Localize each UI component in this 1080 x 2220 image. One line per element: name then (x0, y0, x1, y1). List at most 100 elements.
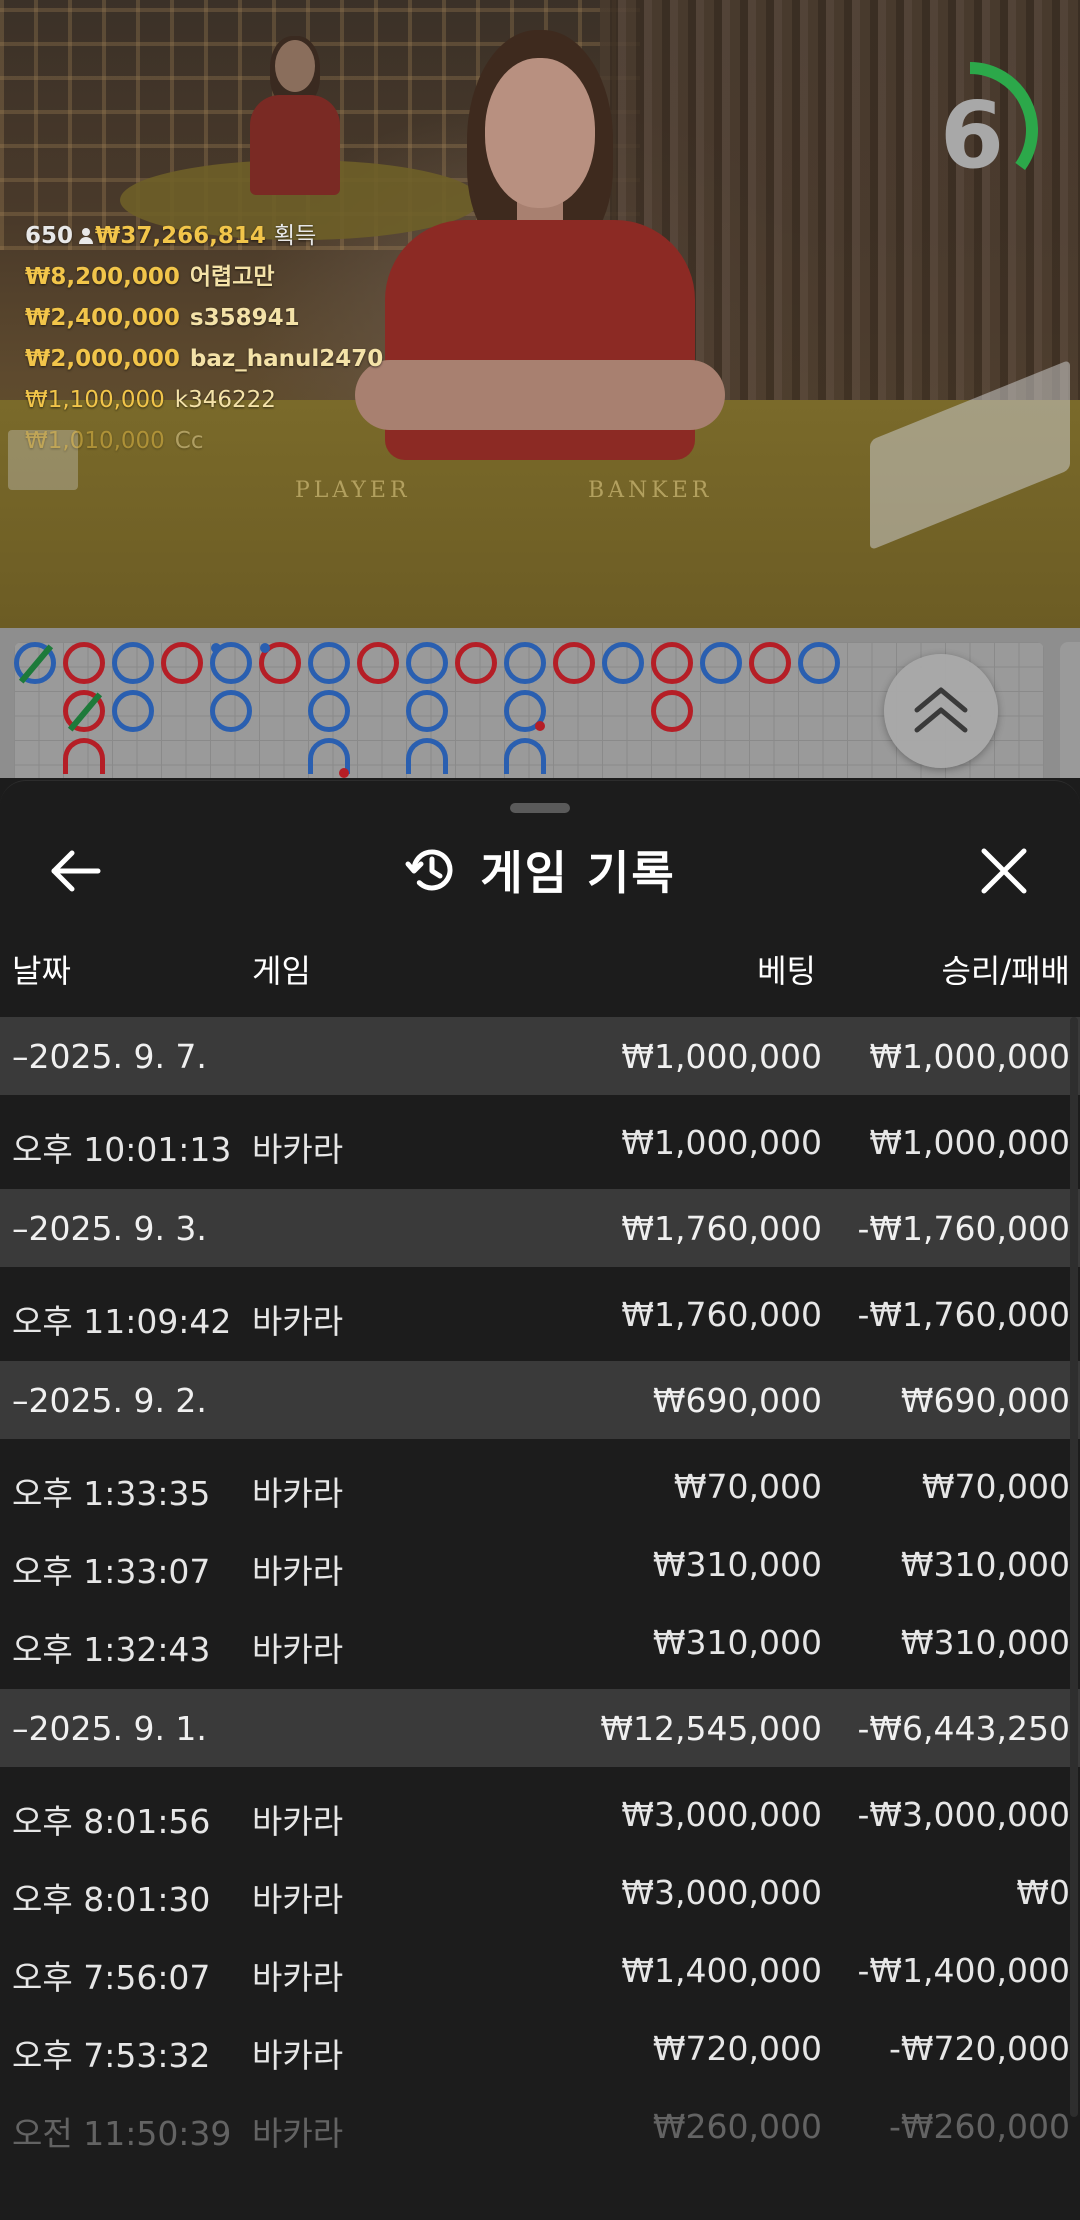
history-row[interactable]: 오후 1:32:43 바카라 ₩310,000 ₩310,000 (0, 1603, 1080, 1681)
cell-time: 오후 7:56:07 (12, 1958, 211, 1997)
bettor-name: s358941 (189, 305, 300, 331)
drag-handle[interactable] (510, 803, 570, 813)
cell-result: -₩1,400,000 (857, 1951, 1071, 1990)
double-chevron-up-icon (914, 687, 968, 733)
player-road-marker (210, 642, 252, 684)
bettor-name: baz_hanul2470 (189, 346, 384, 372)
history-row[interactable]: 오후 7:53:32 바카라 ₩720,000 -₩720,000 (0, 2009, 1080, 2087)
player-road-marker (308, 690, 350, 732)
cell-game: 바카라 (252, 1302, 344, 1341)
cell-time: 오전 11:50:39 (12, 2114, 232, 2153)
history-row[interactable]: 오후 11:09:42 바카라 ₩1,760,000 -₩1,760,000 (0, 1275, 1080, 1353)
cell-result: -₩720,000 (888, 2029, 1070, 2068)
table-label-player: PLAYER (295, 478, 411, 503)
dealer (345, 30, 735, 460)
column-bet: 베팅 (757, 952, 816, 990)
player-road-marker (798, 642, 840, 684)
cell-game: 바카라 (252, 1630, 344, 1669)
banker-road-marker (651, 690, 693, 732)
banker-road-marker (651, 642, 693, 684)
group-bet: ₩690,000 (652, 1381, 822, 1420)
cell-bet: ₩3,000,000 (621, 1873, 822, 1912)
history-row[interactable]: 오후 1:33:35 바카라 ₩70,000 ₩70,000 (0, 1447, 1080, 1525)
player-road-marker (210, 690, 252, 732)
cell-result: ₩70,000 (921, 1467, 1070, 1506)
cell-game: 바카라 (252, 1958, 344, 1997)
cell-game: 바카라 (252, 1474, 344, 1513)
expand-roadmap-button[interactable] (884, 654, 998, 768)
close-icon (981, 848, 1027, 894)
history-row[interactable]: 오전 11:50:39 바카라 ₩260,000 -₩260,000 (0, 2087, 1080, 2165)
bet-amount: ₩2,400,000 (25, 305, 180, 331)
top-bet-row: ₩2,400,000 s358941 (25, 298, 383, 339)
date-group-row[interactable]: –2025. 9. 1. ₩12,545,000 -₩6,443,250 (0, 1689, 1080, 1767)
top-bet-row: ₩1,100,000 k346222 (25, 380, 383, 421)
cell-time: 오후 11:09:42 (12, 1302, 232, 1341)
history-row[interactable]: 오후 8:01:56 바카라 ₩3,000,000 -₩3,000,000 (0, 1775, 1080, 1853)
cell-bet: ₩260,000 (652, 2107, 822, 2146)
date-group-row[interactable]: –2025. 9. 3. ₩1,760,000 -₩1,760,000 (0, 1189, 1080, 1267)
cell-bet: ₩1,000,000 (621, 1123, 822, 1162)
game-history-sheet: 게임 기록 날짜 게임 베팅 승리/패배 –2025. 9. 7. ₩1,000,… (0, 780, 1080, 2220)
bet-amount: ₩1,010,000 (25, 428, 165, 454)
player-road-marker (14, 642, 56, 684)
cell-time: 오후 8:01:30 (12, 1880, 211, 1919)
history-row[interactable]: 오후 1:33:07 바카라 ₩310,000 ₩310,000 (0, 1525, 1080, 1603)
cell-result: -₩260,000 (888, 2107, 1070, 2146)
scrollbar[interactable] (1070, 1017, 1078, 2117)
road-edge (1060, 642, 1080, 778)
top-bet-row: ₩2,000,000 baz_hanul2470 (25, 339, 383, 380)
bets-overlay: 650 ₩37,266,814 획득 ₩8,200,000 어렵고만 ₩2,400,… (25, 216, 383, 462)
group-result: ₩690,000 (900, 1381, 1070, 1420)
background-dealer (250, 36, 340, 195)
history-row[interactable]: 오후 10:01:13 바카라 ₩1,000,000 ₩1,000,000 (0, 1103, 1080, 1181)
cell-game: 바카라 (252, 1802, 344, 1841)
cell-result: ₩1,000,000 (869, 1123, 1070, 1162)
date-group-row[interactable]: –2025. 9. 2. ₩690,000 ₩690,000 (0, 1361, 1080, 1439)
player-road-marker (406, 642, 448, 684)
player-road-marker (504, 738, 546, 774)
banker-road-marker (259, 642, 301, 684)
cell-time: 오후 8:01:56 (12, 1802, 211, 1841)
total-won: ₩37,266,814 (95, 223, 266, 249)
player-road-marker (504, 642, 546, 684)
player-road-marker (308, 738, 350, 778)
person-icon (79, 228, 94, 244)
cell-time: 오후 1:33:07 (12, 1552, 211, 1591)
history-row[interactable]: 오후 8:01:30 바카라 ₩3,000,000 ₩0 (0, 1853, 1080, 1931)
column-game: 게임 (252, 952, 311, 990)
history-row[interactable]: 오후 7:56:07 바카라 ₩1,400,000 -₩1,400,000 (0, 1931, 1080, 2009)
timer-value: 6 (939, 82, 1004, 189)
banker-road-marker (553, 642, 595, 684)
history-table[interactable]: –2025. 9. 7. ₩1,000,000 ₩1,000,000 오후 10:01… (0, 1017, 1080, 2173)
cell-time: 오후 1:33:35 (12, 1474, 211, 1513)
cell-result: ₩0 (1016, 1873, 1070, 1912)
bets-summary: 650 ₩37,266,814 획득 (25, 216, 383, 257)
sheet-header: 게임 기록 (0, 835, 1080, 905)
date-group-row[interactable]: –2025. 9. 7. ₩1,000,000 ₩1,000,000 (0, 1017, 1080, 1095)
player-road-marker (406, 738, 448, 774)
group-date: –2025. 9. 2. (12, 1381, 207, 1420)
bettor-count: 650 (25, 223, 74, 249)
group-date: –2025. 9. 1. (12, 1709, 207, 1748)
cell-game: 바카라 (252, 2114, 344, 2153)
bettor-name: 어렵고만 (189, 264, 275, 290)
banker-road-marker (63, 690, 105, 732)
bet-amount: ₩8,200,000 (25, 264, 180, 290)
cell-bet: ₩3,000,000 (621, 1795, 822, 1834)
group-bet: ₩12,545,000 (600, 1709, 822, 1748)
cell-time: 오후 7:53:32 (12, 2036, 211, 2075)
cell-game: 바카라 (252, 2036, 344, 2075)
group-bet: ₩1,760,000 (621, 1209, 822, 1248)
player-road-marker (308, 642, 350, 684)
cell-bet: ₩1,400,000 (621, 1951, 822, 1990)
close-button[interactable] (974, 841, 1034, 901)
group-result: -₩6,443,250 (857, 1709, 1071, 1748)
cell-result: ₩310,000 (900, 1623, 1070, 1662)
cell-time: 오후 1:32:43 (12, 1630, 211, 1669)
cell-bet: ₩1,760,000 (621, 1295, 822, 1334)
cell-game: 바카라 (252, 1130, 344, 1169)
banker-road-marker (357, 642, 399, 684)
player-road-marker (406, 690, 448, 732)
live-video: PLAYER BANKER 650 ₩37,266,814 획득 ₩8,200,0… (0, 0, 1080, 628)
